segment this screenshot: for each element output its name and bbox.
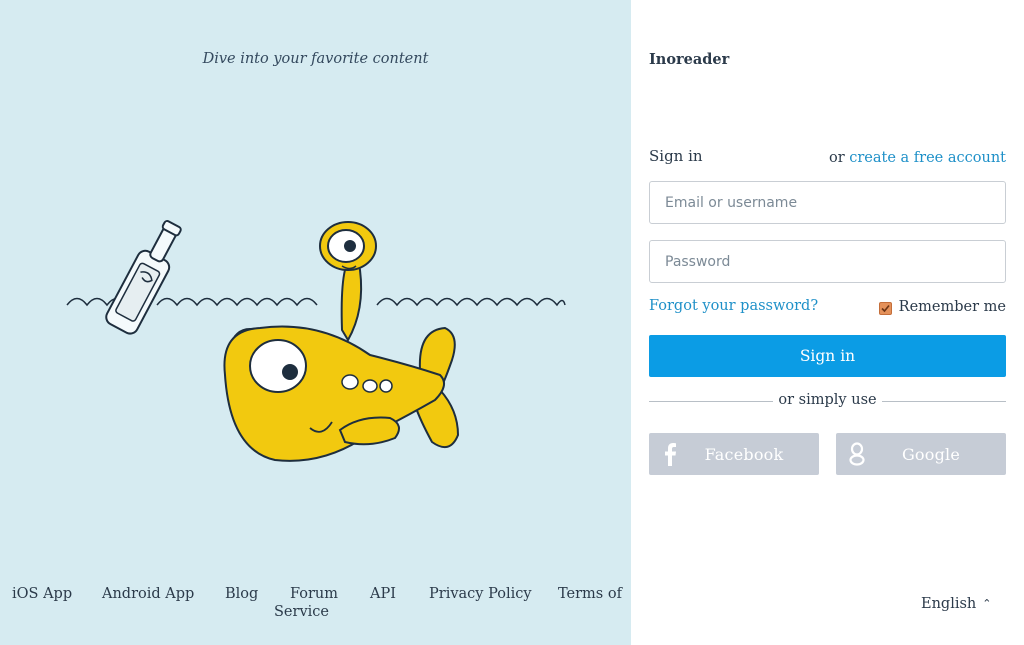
footer-link-blog[interactable]: Blog bbox=[225, 586, 258, 602]
google-login-button[interactable]: Google bbox=[836, 433, 1006, 475]
forgot-password-link[interactable]: Forgot your password? bbox=[649, 298, 818, 314]
divider-line-right bbox=[882, 401, 1006, 402]
checkbox-checked-icon[interactable] bbox=[878, 301, 892, 315]
facebook-login-button[interactable]: Facebook bbox=[649, 433, 819, 475]
left-panel: Dive into your favorite content iOS App … bbox=[0, 0, 631, 645]
tagline: Dive into your favorite content bbox=[202, 51, 429, 67]
fish-illustration bbox=[66, 220, 566, 462]
divider-text: or simply use bbox=[778, 392, 877, 408]
google-icon bbox=[849, 442, 865, 466]
signin-button[interactable]: Sign in bbox=[649, 335, 1006, 377]
remember-me-checkbox[interactable]: Remember me bbox=[878, 299, 1006, 315]
footer-link-terms-of-service[interactable]: Terms of bbox=[558, 586, 622, 602]
footer-link-terms-of-service-line2[interactable]: Service bbox=[274, 604, 329, 620]
signin-panel: Inoreader Sign in or create a free accou… bbox=[631, 0, 1024, 645]
footer-link-api[interactable]: API bbox=[370, 586, 396, 602]
footer-links: iOS App Android App Blog Forum API Priva… bbox=[0, 586, 631, 626]
facebook-icon bbox=[665, 443, 676, 466]
email-field[interactable] bbox=[649, 181, 1006, 224]
remember-me-label: Remember me bbox=[898, 299, 1006, 315]
footer-link-ios-app[interactable]: iOS App bbox=[12, 586, 72, 602]
footer-link-android-app[interactable]: Android App bbox=[102, 586, 194, 602]
create-account-link[interactable]: create a free account bbox=[849, 150, 1006, 166]
language-label: English bbox=[921, 596, 977, 612]
password-field[interactable] bbox=[649, 240, 1006, 283]
create-account-row: or create a free account bbox=[829, 150, 1006, 166]
footer-link-privacy-policy[interactable]: Privacy Policy bbox=[429, 586, 532, 602]
or-simply-use-divider: or simply use bbox=[649, 392, 1006, 412]
signin-heading: Sign in bbox=[649, 147, 703, 165]
language-selector[interactable]: English ⌃ bbox=[921, 596, 991, 612]
or-text: or bbox=[828, 150, 845, 166]
brand-name: Inoreader bbox=[649, 51, 730, 68]
chevron-up-icon: ⌃ bbox=[982, 597, 992, 610]
footer-link-forum[interactable]: Forum bbox=[290, 586, 338, 602]
